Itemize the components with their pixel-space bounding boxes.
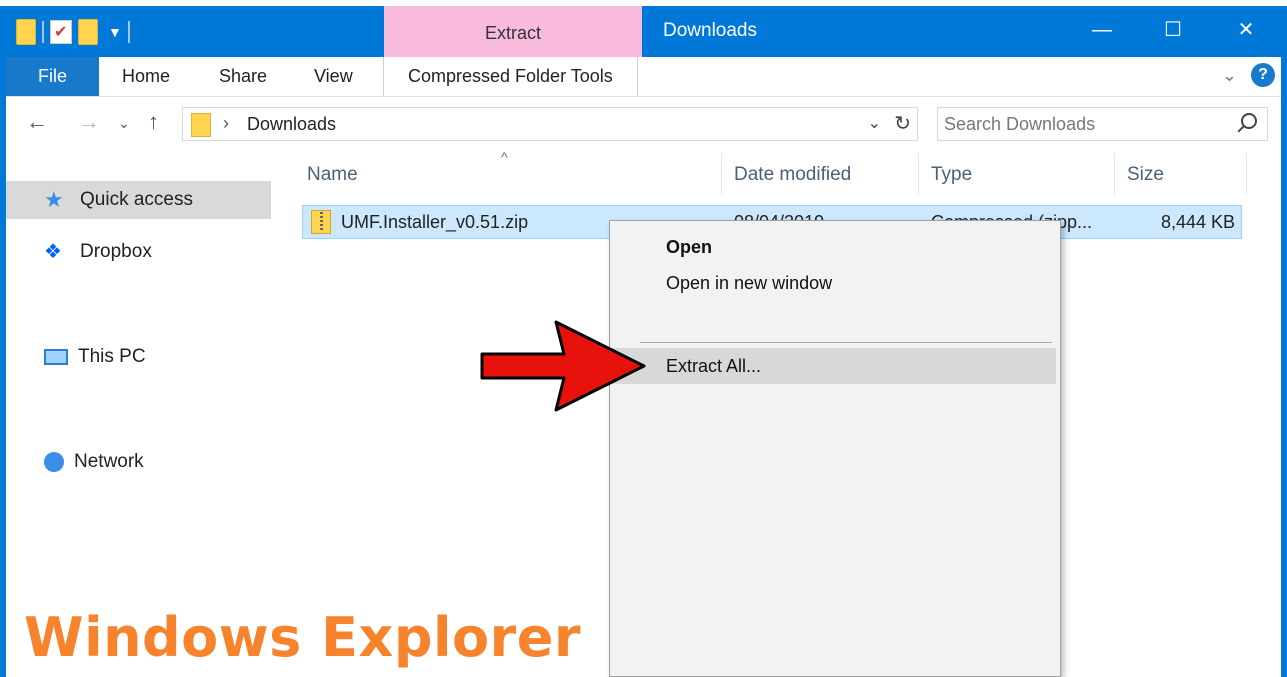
minimize-button[interactable]: — [1072, 13, 1132, 47]
column-header-size[interactable]: Size [1127, 163, 1164, 197]
breadcrumb[interactable]: Downloads [247, 114, 336, 135]
star-icon: ★ [44, 187, 64, 212]
new-folder-icon[interactable] [78, 19, 98, 45]
dropbox-icon: ❖ [44, 241, 62, 263]
help-icon[interactable]: ? [1251, 63, 1275, 87]
refresh-icon[interactable]: ↻ [894, 111, 911, 136]
back-arrow-icon[interactable]: ← [26, 109, 48, 135]
close-button[interactable]: ✕ [1216, 13, 1276, 47]
folder-icon[interactable] [16, 19, 36, 45]
customize-toolbar-icon[interactable]: ▼ [108, 24, 122, 40]
nav-item-dropbox[interactable]: ❖ Dropbox [6, 233, 271, 271]
toolbar-separator [127, 21, 130, 43]
column-header-name[interactable]: Name [307, 163, 358, 197]
file-size: 8,444 KB [1161, 212, 1236, 232]
column-header-type[interactable]: Type [931, 163, 972, 197]
search-box[interactable] [937, 107, 1268, 141]
caption-title: Windows Explorer [24, 606, 581, 669]
ribbon-tabs: File Home Share View Compressed Folder T… [0, 57, 1287, 97]
menu-item-open[interactable]: Open [610, 229, 1056, 265]
ribbon-right-controls: ⌄ ? [1222, 63, 1275, 87]
tab-share[interactable]: Share [219, 57, 267, 96]
nav-item-label: Dropbox [80, 241, 152, 262]
window-frame-right [1281, 57, 1287, 677]
nav-item-network[interactable]: Network [6, 443, 271, 481]
nav-item-this-pc[interactable]: This PC [6, 338, 271, 376]
tab-view[interactable]: View [314, 57, 353, 96]
column-divider[interactable] [1246, 153, 1247, 195]
search-input[interactable] [944, 112, 1224, 136]
nav-item-label: This PC [78, 346, 146, 367]
computer-icon [44, 349, 68, 365]
annotation-arrow-icon [480, 320, 646, 412]
menu-item-extract-all[interactable]: Extract All... [610, 348, 1056, 384]
properties-icon[interactable] [50, 20, 72, 44]
network-icon [44, 452, 64, 472]
column-divider[interactable] [918, 153, 919, 195]
nav-item-quick-access[interactable]: ★ Quick access [6, 181, 271, 219]
navigation-pane: ★ Quick access ❖ Dropbox This PC Network [6, 153, 276, 677]
recent-locations-chevron-icon[interactable]: ⌄ [118, 115, 130, 132]
contextual-tab-label: Extract [484, 23, 541, 43]
tab-compressed-folder-tools[interactable]: Compressed Folder Tools [383, 57, 638, 96]
breadcrumb-separator-icon[interactable]: › [223, 113, 229, 134]
maximize-button[interactable]: ☐ [1143, 13, 1203, 47]
contextual-tab-header-extract[interactable]: Extract [384, 6, 642, 57]
file-name: UMF.Installer_v0.51.zip [341, 212, 529, 232]
address-dropdown-icon[interactable]: ⌄ [868, 113, 881, 133]
toolbar-separator [42, 21, 44, 43]
up-arrow-icon[interactable]: ↑ [148, 109, 159, 135]
sort-ascending-caret-icon: ^ [501, 149, 508, 165]
menu-separator [640, 342, 1052, 343]
address-row: ← → ⌄ ↑ › Downloads ⌄ ↻ [6, 97, 1281, 153]
quick-access-toolbar: ▼ [16, 18, 130, 46]
nav-item-label: Network [74, 451, 144, 472]
expand-ribbon-chevron-icon[interactable]: ⌄ [1222, 65, 1237, 86]
menu-item-open-in-new-window[interactable]: Open in new window [610, 265, 1056, 301]
column-divider[interactable] [1114, 153, 1115, 195]
zip-file-icon [311, 210, 331, 234]
forward-arrow-icon[interactable]: → [78, 109, 100, 135]
folder-icon [191, 113, 211, 137]
address-bar[interactable]: › Downloads ⌄ ↻ [182, 107, 918, 141]
column-divider[interactable] [721, 153, 722, 195]
window-frame-left [0, 57, 6, 677]
window-title: Downloads [663, 20, 757, 41]
tab-file[interactable]: File [6, 57, 99, 96]
search-icon[interactable] [1241, 113, 1257, 129]
context-menu: Open Open in new window Extract All... [609, 220, 1061, 677]
column-header-date-modified[interactable]: Date modified [734, 163, 851, 197]
tab-home[interactable]: Home [122, 57, 170, 96]
nav-item-label: Quick access [80, 189, 193, 210]
